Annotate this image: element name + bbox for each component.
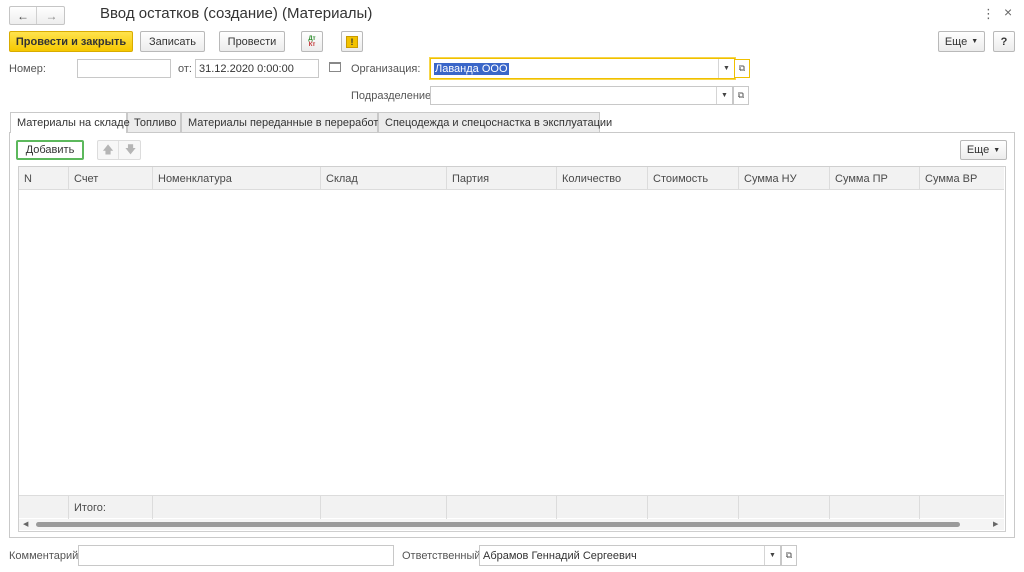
add-button[interactable]: Добавить [16, 140, 84, 160]
table-body[interactable] [19, 191, 1004, 495]
column-header-warehouse[interactable]: Склад [321, 167, 447, 190]
help-button[interactable]: ? [993, 31, 1015, 52]
responsible-field[interactable]: Абрамов Геннадий Сергеевич ▼ [479, 545, 781, 566]
organization-field[interactable]: Лаванда ООО ▼ [430, 58, 735, 79]
post-and-close-button[interactable]: Провести и закрыть [9, 31, 133, 52]
number-label: Номер: [9, 63, 46, 75]
organization-label: Организация: [351, 63, 421, 75]
chevron-down-icon[interactable]: ▼ [764, 546, 780, 565]
move-buttons: 🡅 🡇 [97, 140, 141, 160]
department-field[interactable]: ▼ [430, 86, 733, 105]
arrow-up-icon[interactable]: 🡅 [98, 141, 119, 159]
save-button[interactable]: Записать [140, 31, 205, 52]
column-header-n[interactable]: N [19, 167, 69, 190]
open-organization-icon[interactable]: ⧉ [734, 59, 750, 78]
open-responsible-icon[interactable]: ⧉ [781, 545, 797, 566]
footer-total-label: Итого: [69, 496, 153, 519]
table-more-label: Еще [966, 144, 990, 156]
arrow-down-icon[interactable]: 🡇 [120, 141, 141, 159]
responsible-value: Абрамов Геннадий Сергеевич [483, 549, 637, 562]
info-button[interactable]: ! [341, 31, 363, 52]
chevron-down-icon: ▼ [993, 146, 1001, 154]
number-field[interactable] [77, 59, 171, 78]
close-icon[interactable]: × [1004, 4, 1012, 20]
column-header-sum-vr[interactable]: Сумма ВР [920, 167, 1004, 190]
chevron-down-icon[interactable]: ▼ [716, 87, 732, 104]
tab-materials-in-warehouse[interactable]: Материалы на складе [10, 112, 130, 133]
column-header-nomenclature[interactable]: Номенклатура [153, 167, 321, 190]
column-header-sum-pr[interactable]: Сумма ПР [830, 167, 920, 190]
organization-value: Лаванда ООО [434, 62, 509, 75]
scroll-left-icon[interactable]: ◀ [23, 520, 28, 528]
forward-arrow-icon[interactable]: → [38, 7, 65, 24]
tab-workwear[interactable]: Спецодежда и спецоснастка в эксплуатации [378, 112, 612, 132]
chevron-down-icon: ▼ [971, 38, 979, 45]
more-button[interactable]: Еще ▼ [938, 31, 985, 52]
back-arrow-icon[interactable]: ← [10, 7, 37, 24]
more-vert-icon[interactable]: ⋮ [982, 6, 995, 22]
department-label: Подразделение: [351, 90, 435, 102]
chevron-down-icon[interactable]: ▼ [718, 59, 734, 78]
post-button[interactable]: Провести [219, 31, 285, 52]
nav-buttons: ← → [9, 6, 65, 25]
dtkt-report-button[interactable]: Дт Кт [301, 31, 323, 52]
column-header-sum-nu[interactable]: Сумма НУ [739, 167, 830, 190]
tab-materials-processing[interactable]: Материалы переданные в переработку [181, 112, 389, 132]
dtkt-icon: Дт Кт [308, 35, 316, 48]
more-button-label: Еще [944, 35, 968, 48]
column-header-batch[interactable]: Партия [447, 167, 557, 190]
column-header-quantity[interactable]: Количество [557, 167, 648, 190]
date-field[interactable]: 31.12.2020 0:00:00 [195, 59, 319, 78]
scroll-right-icon[interactable]: ▶ [993, 520, 998, 528]
calendar-icon[interactable] [329, 62, 341, 72]
table-footer: Итого: [19, 495, 1004, 519]
table-more-button[interactable]: Еще ▼ [960, 140, 1007, 160]
column-header-cost[interactable]: Стоимость [648, 167, 739, 190]
open-department-icon[interactable]: ⧉ [733, 86, 749, 105]
tab-fuel[interactable]: Топливо [127, 112, 181, 132]
comment-field[interactable] [78, 545, 394, 566]
info-icon: ! [346, 35, 358, 48]
window-title: Ввод остатков (создание) (Материалы) [100, 5, 373, 22]
table-header: N Счет Номенклатура Склад Партия Количес… [19, 167, 1004, 190]
date-label: от: [178, 63, 192, 75]
responsible-label: Ответственный: [402, 550, 484, 562]
horizontal-scrollbar[interactable]: ◀ ▶ [19, 519, 1004, 530]
scrollbar-thumb[interactable] [36, 522, 960, 527]
comment-label: Комментарий: [9, 550, 82, 562]
column-header-account[interactable]: Счет [69, 167, 153, 190]
